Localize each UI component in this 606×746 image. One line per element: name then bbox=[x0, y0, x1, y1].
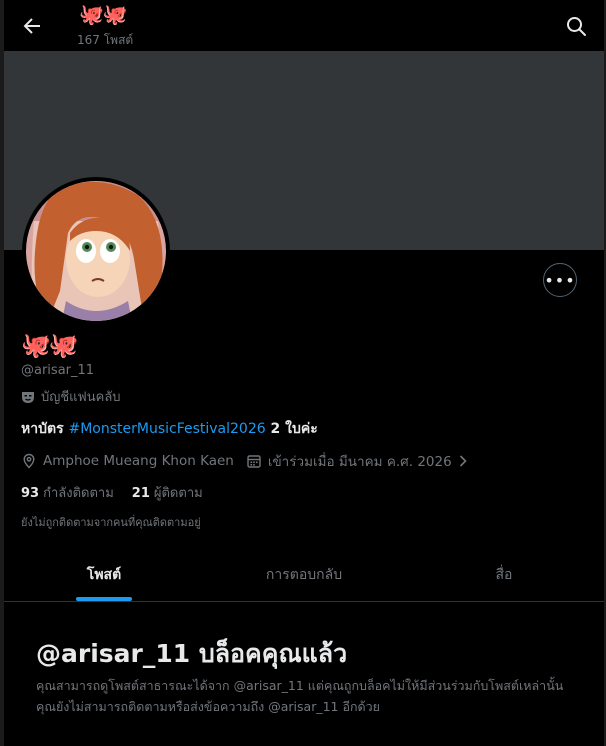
active-tab-indicator bbox=[76, 597, 132, 601]
blocked-message: คุณสามารถดูโพสต์สาธารณะได้จาก @arisar_11… bbox=[36, 678, 564, 714]
bio-prefix: หาบัตร bbox=[21, 421, 69, 437]
tab-media-label: สื่อ bbox=[495, 566, 513, 583]
more-icon: ••• bbox=[544, 270, 576, 290]
tab-replies[interactable]: การตอบกลับ bbox=[204, 548, 404, 601]
blocked-title: @arisar_11 บล็อคคุณแล้ว bbox=[36, 639, 348, 668]
location: Amphoe Mueang Khon Kaen bbox=[21, 453, 234, 469]
followers-count: 21 bbox=[131, 486, 150, 501]
display-name: 🐙🐙 bbox=[21, 331, 79, 359]
account-type: บัญชีแฟนคลับ bbox=[41, 390, 121, 405]
top-bar: 🐙🐙 167 โพสต์ bbox=[4, 0, 604, 51]
tab-posts[interactable]: โพสต์ bbox=[4, 548, 204, 601]
following-count: 93 bbox=[21, 486, 40, 501]
not-followed-notice: ยังไม่ถูกติดตามจากคนที่คุณติดตามอยู่ bbox=[21, 516, 201, 529]
more-options-button[interactable]: ••• bbox=[543, 263, 577, 297]
bio-hashtag-link[interactable]: #MonsterMusicFestival2026 bbox=[68, 421, 265, 437]
location-icon bbox=[23, 453, 35, 469]
profile-meta: Amphoe Mueang Khon Kaen เข้าร่วมเมื่อ มี… bbox=[21, 450, 480, 472]
location-text: Amphoe Mueang Khon Kaen bbox=[43, 453, 234, 469]
followers-label: ผู้ติดตาม bbox=[153, 486, 203, 501]
search-icon[interactable] bbox=[564, 14, 588, 38]
joined-text: เข้าร่วมเมื่อ มีนาคม ค.ศ. 2026 bbox=[267, 454, 452, 470]
calendar-icon bbox=[247, 455, 261, 468]
followers-link[interactable]: 21 ผู้ติดตาม bbox=[132, 482, 203, 503]
follow-stats: 93 กำลังติดตาม 21 ผู้ติดตาม bbox=[21, 482, 203, 503]
following-label: กำลังติดตาม bbox=[43, 486, 114, 501]
tab-media[interactable]: สื่อ bbox=[404, 548, 604, 601]
profile-bio: หาบัตร #MonsterMusicFestival2026 2 ใบค่ะ bbox=[21, 418, 318, 440]
tab-posts-label: โพสต์ bbox=[86, 566, 122, 583]
avatar-image bbox=[26, 181, 166, 321]
fan-account-label: บัญชีแฟนคลับ bbox=[21, 386, 121, 407]
chevron-right-icon bbox=[459, 455, 467, 467]
user-handle: @arisar_11 bbox=[21, 363, 95, 378]
header-title: 🐙🐙 bbox=[79, 2, 128, 26]
profile-page: 🐙🐙 167 โพสต์ ••• 🐙🐙 @arisar_11 บัญชีแฟนค… bbox=[4, 0, 604, 746]
bio-suffix: 2 ใบค่ะ bbox=[265, 421, 318, 437]
fan-mask-icon bbox=[22, 391, 34, 403]
back-arrow-icon[interactable] bbox=[20, 14, 44, 38]
joined-date[interactable]: เข้าร่วมเมื่อ มีนาคม ค.ศ. 2026 bbox=[246, 450, 468, 472]
tab-replies-label: การตอบกลับ bbox=[265, 566, 343, 583]
following-link[interactable]: 93 กำลังติดตาม bbox=[21, 482, 114, 503]
post-count: 167 โพสต์ bbox=[77, 33, 134, 47]
avatar[interactable] bbox=[22, 177, 170, 325]
profile-tabs: โพสต์ การตอบกลับ สื่อ bbox=[4, 548, 604, 602]
